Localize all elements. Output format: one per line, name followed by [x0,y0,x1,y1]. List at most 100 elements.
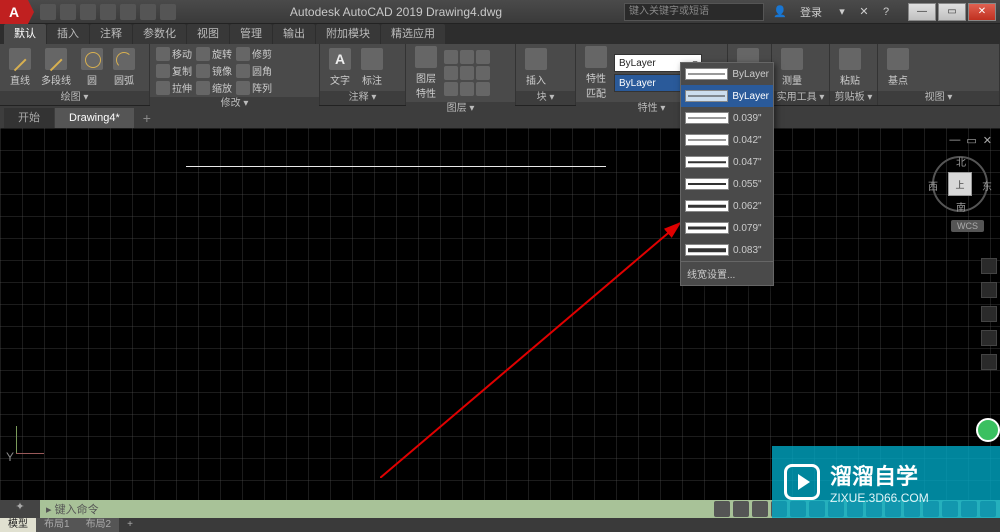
layer-lock-icon[interactable] [476,50,490,64]
help-search-input[interactable]: 键入关键字或短语 [624,3,764,21]
basepoint-button[interactable]: 基点 [884,48,912,87]
scale-button[interactable]: 缩放 [196,80,232,95]
view-cube[interactable]: 上 北 南 东 西 [932,156,988,212]
close-button[interactable]: ✕ [968,3,996,21]
a360-icon[interactable]: ▾ [834,4,850,20]
lw-bylayer-top[interactable]: ByLayer [681,63,773,85]
layer-properties-button[interactable]: 图层 特性 [412,46,440,100]
lw-item-1[interactable]: 0.042" [681,129,773,151]
exchange-icon[interactable]: ✕ [856,4,872,20]
viewcube-east[interactable]: 东 [982,178,992,193]
viewcube-west[interactable]: 西 [928,178,938,193]
nav-zoom-icon[interactable] [981,306,997,322]
qat-plot-icon[interactable] [120,4,136,20]
layer-on-icon[interactable] [444,82,458,96]
tab-model[interactable]: 模型 [0,518,36,532]
qat-undo-icon[interactable] [140,4,156,20]
cmdline-handle-icon[interactable]: ✦ [0,500,40,518]
match-properties-button[interactable]: 特性 匹配 [582,46,610,100]
measure-button[interactable]: 测量 [778,48,806,87]
login-button[interactable]: 登录 [794,4,828,20]
text-button[interactable]: 文字 [326,48,354,87]
tab-addins[interactable]: 附加模块 [316,24,380,44]
polyline-button[interactable]: 多段线 [38,48,74,87]
lw-item-4[interactable]: 0.062" [681,195,773,217]
wcs-badge[interactable]: WCS [951,220,984,232]
panel-annotation-label[interactable]: 注释 ▾ [320,91,405,105]
panel-utilities-label[interactable]: 实用工具 ▾ [772,91,829,105]
trim-button[interactable]: 修剪 [236,46,272,61]
tab-drawing4[interactable]: Drawing4* [55,108,134,128]
lw-bylayer-selected[interactable]: ByLayer [681,85,773,107]
lw-item-2[interactable]: 0.047" [681,151,773,173]
qat-open-icon[interactable] [60,4,76,20]
tab-layout2[interactable]: 布局2 [78,518,120,532]
viewcube-north[interactable]: 北 [956,154,966,169]
maximize-button[interactable]: ▭ [938,3,966,21]
move-button[interactable]: 移动 [156,46,192,61]
layer-freeze-icon[interactable] [460,50,474,64]
vp-close-icon[interactable]: ✕ [983,134,992,147]
qat-save-icon[interactable] [80,4,96,20]
new-tab-button[interactable]: + [135,108,159,128]
viewcube-face-top[interactable]: 上 [948,172,972,196]
sb-snap-icon[interactable] [752,501,768,517]
nav-showmotion-icon[interactable] [981,354,997,370]
help-icon[interactable]: ? [878,4,894,20]
tab-parametric[interactable]: 参数化 [133,24,186,44]
qat-new-icon[interactable] [40,4,56,20]
panel-block-label[interactable]: 块 ▾ [516,91,575,105]
lw-item-3[interactable]: 0.055" [681,173,773,195]
layer-thaw-icon[interactable] [460,82,474,96]
line-button[interactable]: 直线 [6,48,34,87]
arc-button[interactable]: 圆弧 [110,48,138,87]
rotate-button[interactable]: 旋转 [196,46,232,61]
sb-model-icon[interactable] [714,501,730,517]
vp-restore-icon[interactable]: ▭ [966,134,976,147]
tab-view[interactable]: 视图 [187,24,229,44]
panel-draw-label[interactable]: 绘图 ▾ [0,91,149,105]
dimension-button[interactable]: 标注 [358,48,386,87]
panel-modify-label[interactable]: 修改 ▾ [150,97,319,111]
tab-start[interactable]: 开始 [4,108,54,128]
paste-button[interactable]: 粘贴 [836,48,864,87]
tab-output[interactable]: 输出 [273,24,315,44]
add-layout-button[interactable]: + [119,518,141,532]
tab-annotate[interactable]: 注释 [90,24,132,44]
vp-minimize-icon[interactable]: — [949,134,960,147]
drawn-line-segment[interactable] [186,166,606,167]
lineweight-dropdown[interactable]: ByLayer ByLayer 0.039"0.042"0.047"0.055"… [680,62,774,286]
tab-layout1[interactable]: 布局1 [36,518,78,532]
layer-match-icon[interactable] [444,66,458,80]
layer-unlock-icon[interactable] [476,82,490,96]
qat-saveas-icon[interactable] [100,4,116,20]
insert-block-button[interactable]: 插入 [522,48,550,87]
panel-clipboard-label[interactable]: 剪贴板 ▾ [830,91,877,105]
array-button[interactable]: 阵列 [236,80,272,95]
layer-prev-icon[interactable] [460,66,474,80]
tab-manage[interactable]: 管理 [230,24,272,44]
layer-iso-icon[interactable] [476,66,490,80]
tab-default[interactable]: 默认 [4,24,46,44]
lw-item-5[interactable]: 0.079" [681,217,773,239]
sb-grid-icon[interactable] [733,501,749,517]
fillet-button[interactable]: 圆角 [236,63,272,78]
qat-redo-icon[interactable] [160,4,176,20]
lw-item-6[interactable]: 0.083" [681,239,773,261]
panel-layer-label[interactable]: 图层 ▾ [406,102,515,116]
lineweight-settings-button[interactable]: 线宽设置... [681,261,773,285]
tab-featured-apps[interactable]: 精选应用 [381,24,445,44]
app-logo[interactable]: A [0,0,28,24]
layer-off-icon[interactable] [444,50,458,64]
minimize-button[interactable]: — [908,3,936,21]
viewcube-south[interactable]: 南 [956,199,966,214]
mirror-button[interactable]: 镜像 [196,63,232,78]
nav-wheel-icon[interactable] [981,258,997,274]
stretch-button[interactable]: 拉伸 [156,80,192,95]
nav-pan-icon[interactable] [981,282,997,298]
copy-button[interactable]: 复制 [156,63,192,78]
tab-insert[interactable]: 插入 [47,24,89,44]
lw-item-0[interactable]: 0.039" [681,107,773,129]
nav-orbit-icon[interactable] [981,330,997,346]
circle-button[interactable]: 圆 [78,48,106,87]
